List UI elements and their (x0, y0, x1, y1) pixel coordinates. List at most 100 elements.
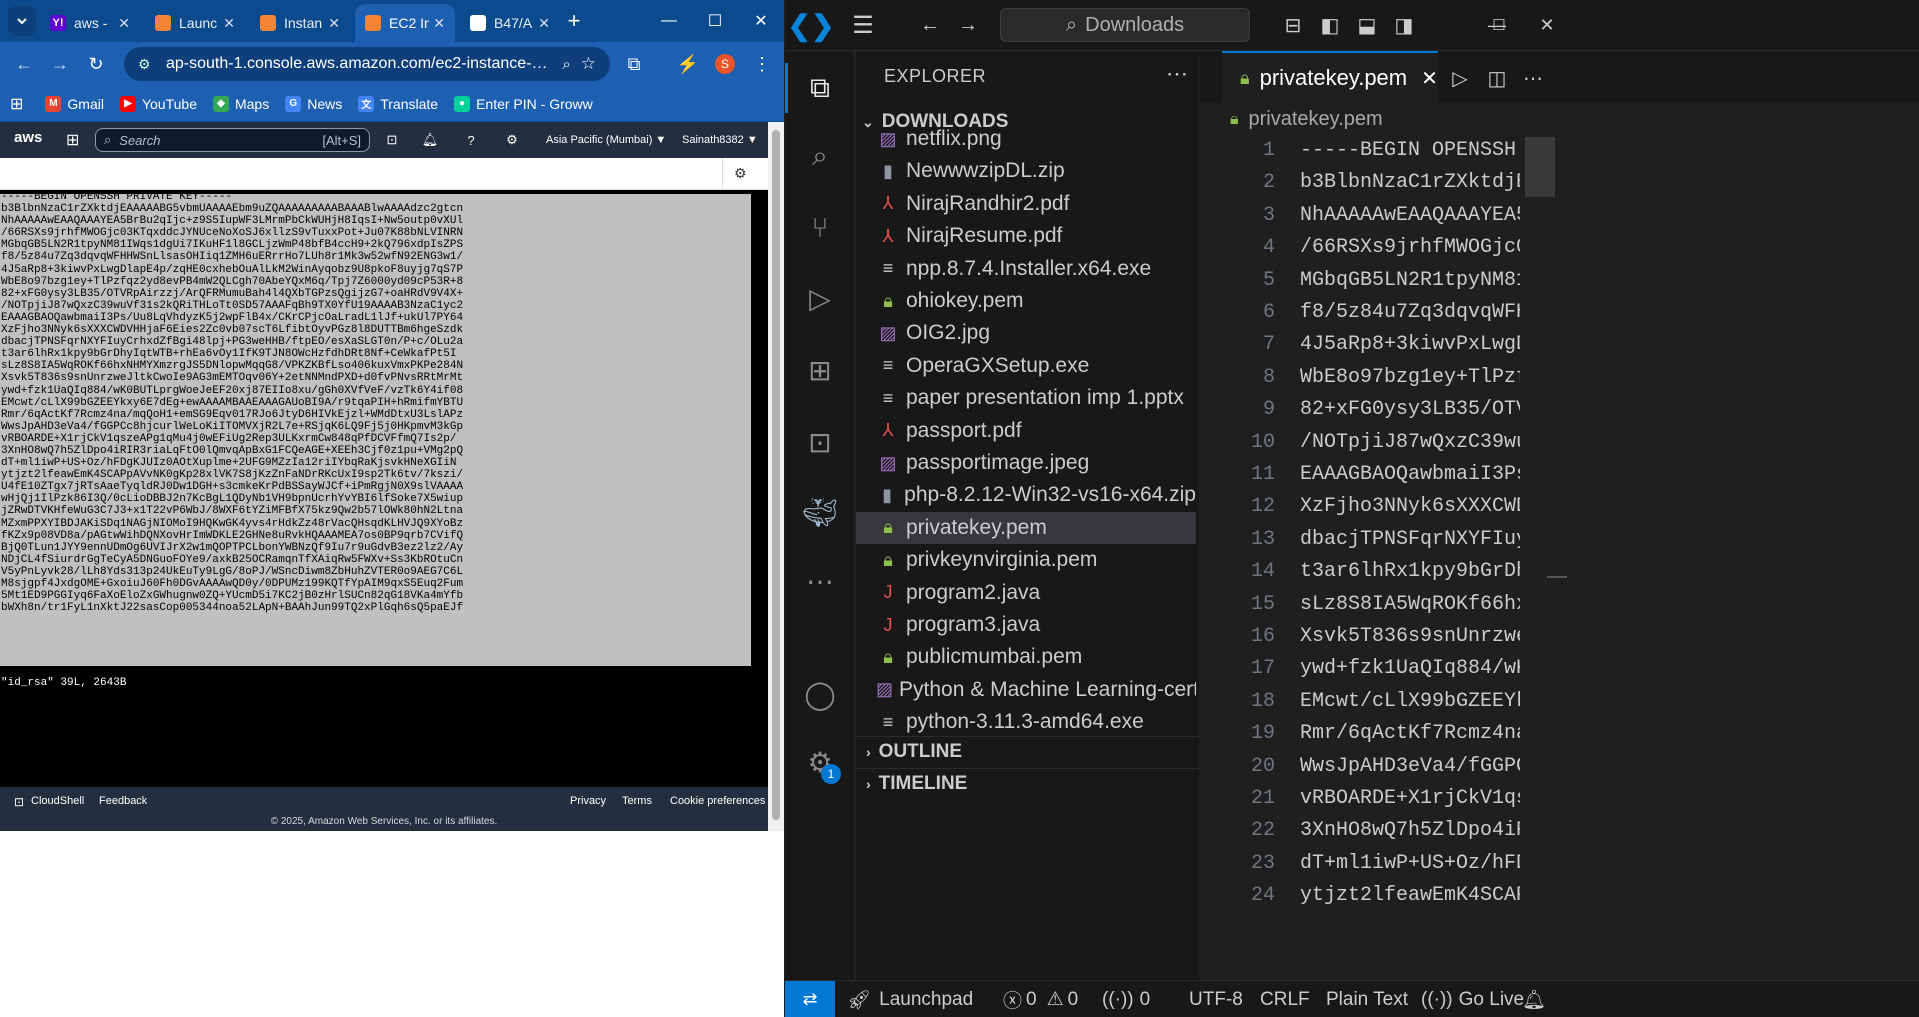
command-center-search[interactable]: ⌕ Downloads (1000, 8, 1250, 42)
forward-arrow-icon[interactable]: → (953, 10, 983, 40)
breadcrumb-file[interactable]: privatekey.pem (1249, 108, 1383, 131)
privacy-link[interactable]: Privacy (570, 795, 606, 807)
extensions-icon[interactable]: ⊞ (795, 345, 845, 395)
bell-icon[interactable]: 🔔︎ (420, 128, 440, 152)
menu-kebab-icon[interactable]: ⋮ (744, 46, 780, 82)
bookmark-item[interactable]: ◆ Maps (212, 95, 269, 112)
search-icon[interactable]: ⌕ (795, 131, 845, 181)
region-selector[interactable]: Asia Pacific (Mumbai) ▼ (546, 128, 666, 152)
cookie-preferences-link[interactable]: Cookie preferences (670, 795, 765, 807)
eol-item[interactable]: CRLF (1260, 981, 1310, 1017)
notifications-bell-icon[interactable]: 🔔︎ (1522, 981, 1546, 1017)
browser-tab[interactable]: Y! aws - ✕ (40, 4, 140, 42)
toggle-primary-sidebar-icon[interactable]: ◧ (1315, 10, 1345, 40)
browser-tab[interactable]: B47/A ✕ (460, 4, 560, 42)
ports-item[interactable]: ((·)) 0 (1102, 981, 1150, 1017)
performance-icon[interactable]: ⚡ (670, 46, 706, 82)
user-menu[interactable]: Sainath8382 ▼ (682, 128, 758, 152)
close-tab-icon[interactable]: ✕ (538, 15, 550, 32)
layout-customize-icon[interactable]: ⊟ (1278, 10, 1308, 40)
bookmark-item[interactable]: G News (285, 95, 342, 112)
timeline-section[interactable]: › TIMELINE (856, 768, 1199, 798)
run-icon[interactable]: ▷ (1445, 63, 1475, 93)
bookmark-item[interactable]: 文 Translate (358, 95, 438, 112)
minimap-slider[interactable] (1525, 137, 1555, 197)
reload-button[interactable]: ↻ (78, 46, 114, 82)
browser-tab[interactable]: EC2 In ✕ (355, 4, 455, 42)
problems-item[interactable]: ⓧ 0 ⚠ 0 (1003, 981, 1078, 1017)
page-scrollbar[interactable] (768, 122, 784, 831)
bookmark-item[interactable]: ● Enter PIN - Groww (454, 95, 593, 112)
bookmark-item[interactable]: M Gmail (45, 95, 104, 112)
account-icon[interactable]: ◯ (795, 669, 845, 719)
aws-logo[interactable]: aws (14, 129, 42, 146)
feedback-link[interactable]: Feedback (99, 795, 147, 807)
address-bar[interactable]: ⚙ ap-south-1.console.aws.amazon.com/ec2-… (124, 47, 610, 81)
close-tab-icon[interactable]: ✕ (118, 15, 130, 32)
close-tab-icon[interactable]: ✕ (328, 15, 340, 32)
explorer-files-icon[interactable]: ⧉ (795, 63, 845, 113)
file-item[interactable]: ≡ npp.8.7.4.Installer.x64.exe (856, 253, 1196, 285)
file-item[interactable]: Jprogram2.java (856, 577, 1196, 609)
close-window-button[interactable]: ✕ (738, 0, 784, 42)
file-item[interactable]: ▨ passportimage.jpeg (856, 447, 1196, 479)
terms-link[interactable]: Terms (622, 795, 652, 807)
outline-section[interactable]: › OUTLINE (856, 736, 1199, 766)
file-item[interactable]: 🔒︎ publicmumbai.pem (856, 641, 1196, 673)
bookmark-item[interactable]: ▶ YouTube (119, 95, 197, 112)
file-item[interactable]: ▨ netflix.png (856, 129, 1196, 155)
close-tab-icon[interactable]: ✕ (1421, 66, 1438, 91)
file-item[interactable]: ⅄ NirajResume.pdf (856, 220, 1196, 252)
source-control-icon[interactable]: ⑂ (795, 203, 845, 253)
aws-search-input[interactable]: ⌕ Search [Alt+S] (95, 128, 370, 152)
file-item[interactable]: ▨ OIG2.jpg (856, 317, 1196, 349)
settings-icon[interactable]: ⚙ (734, 165, 747, 182)
forward-button[interactable]: → (42, 46, 78, 82)
services-grid-icon[interactable]: ⊞ (66, 130, 79, 150)
remote-indicator[interactable]: ⇄ (785, 980, 835, 1017)
help-icon[interactable]: ? (461, 128, 481, 152)
language-mode-item[interactable]: Plain Text (1326, 981, 1408, 1017)
profile-avatar[interactable]: S (715, 54, 735, 74)
docker-icon[interactable]: 🐳︎ (795, 487, 845, 537)
file-item[interactable]: 🔒︎ privkeynvirginia.pem (856, 544, 1196, 576)
cloudshell-icon[interactable]: ⊡ (382, 128, 402, 152)
apps-grid-icon[interactable]: ⊞ (10, 94, 23, 114)
toggle-secondary-sidebar-icon[interactable]: ◨ (1389, 10, 1419, 40)
split-editor-icon[interactable]: ◫ (1482, 63, 1512, 93)
more-actions-icon[interactable]: ⋯ (1518, 63, 1548, 93)
gear-icon[interactable]: ⚙ (502, 128, 522, 152)
minimize-button[interactable]: — (646, 0, 692, 42)
cloudshell-link[interactable]: CloudShell (31, 795, 84, 807)
editor-tab-privatekey[interactable]: 🔒︎ privatekey.pem ✕ (1222, 51, 1438, 103)
maximize-button[interactable]: ☐ (692, 0, 738, 42)
close-tab-icon[interactable]: ✕ (433, 15, 445, 32)
remote-explorer-icon[interactable]: ⊡ (795, 417, 845, 467)
file-item[interactable]: ▨ Python & Machine Learning-cert... (856, 674, 1196, 706)
file-item[interactable]: ≡ OperaGXSetup.exe (856, 350, 1196, 382)
close-tab-icon[interactable]: ✕ (223, 15, 235, 32)
file-item[interactable]: ≡ paper presentation imp 1.pptx (856, 382, 1196, 414)
file-item[interactable]: 🔒︎ privatekey.pem (856, 511, 1196, 544)
bookmark-star-icon[interactable]: ☆ (581, 54, 596, 74)
scrollbar-thumb[interactable] (772, 130, 780, 820)
file-item[interactable]: Jprogram3.java (856, 609, 1196, 641)
more-dots-icon[interactable]: ⋯ (795, 556, 845, 606)
zoom-search-icon[interactable]: ⌕ (562, 56, 570, 73)
back-arrow-icon[interactable]: ← (915, 10, 945, 40)
toggle-panel-icon[interactable]: ⬓ (1352, 10, 1382, 40)
maximize-button[interactable]: ☐ (1479, 10, 1519, 40)
tab-search-button[interactable] (8, 6, 36, 36)
file-item[interactable]: ▮ php-8.2.12-Win32-vs16-x64.zip (856, 479, 1196, 511)
new-tab-button[interactable]: + (562, 6, 586, 36)
file-item[interactable]: ≡ python-3.11.3-amd64.exe (856, 706, 1196, 738)
terminal[interactable]: -----BEGIN OPENSSH PRIVATE KEY----- b3Blb… (0, 190, 768, 787)
back-button[interactable]: ← (6, 46, 42, 82)
encoding-item[interactable]: UTF-8 (1189, 981, 1243, 1017)
close-window-button[interactable]: ✕ (1527, 10, 1567, 40)
cloudshell-icon[interactable]: ⊡ (14, 795, 24, 809)
file-item[interactable]: ▮ NewwwzipDL.zip (856, 155, 1196, 187)
run-debug-icon[interactable]: ▷ (795, 273, 845, 323)
file-item[interactable]: ⅄ NirajRandhir2.pdf (856, 188, 1196, 220)
file-item[interactable]: ⅄ passport.pdf (856, 415, 1196, 447)
